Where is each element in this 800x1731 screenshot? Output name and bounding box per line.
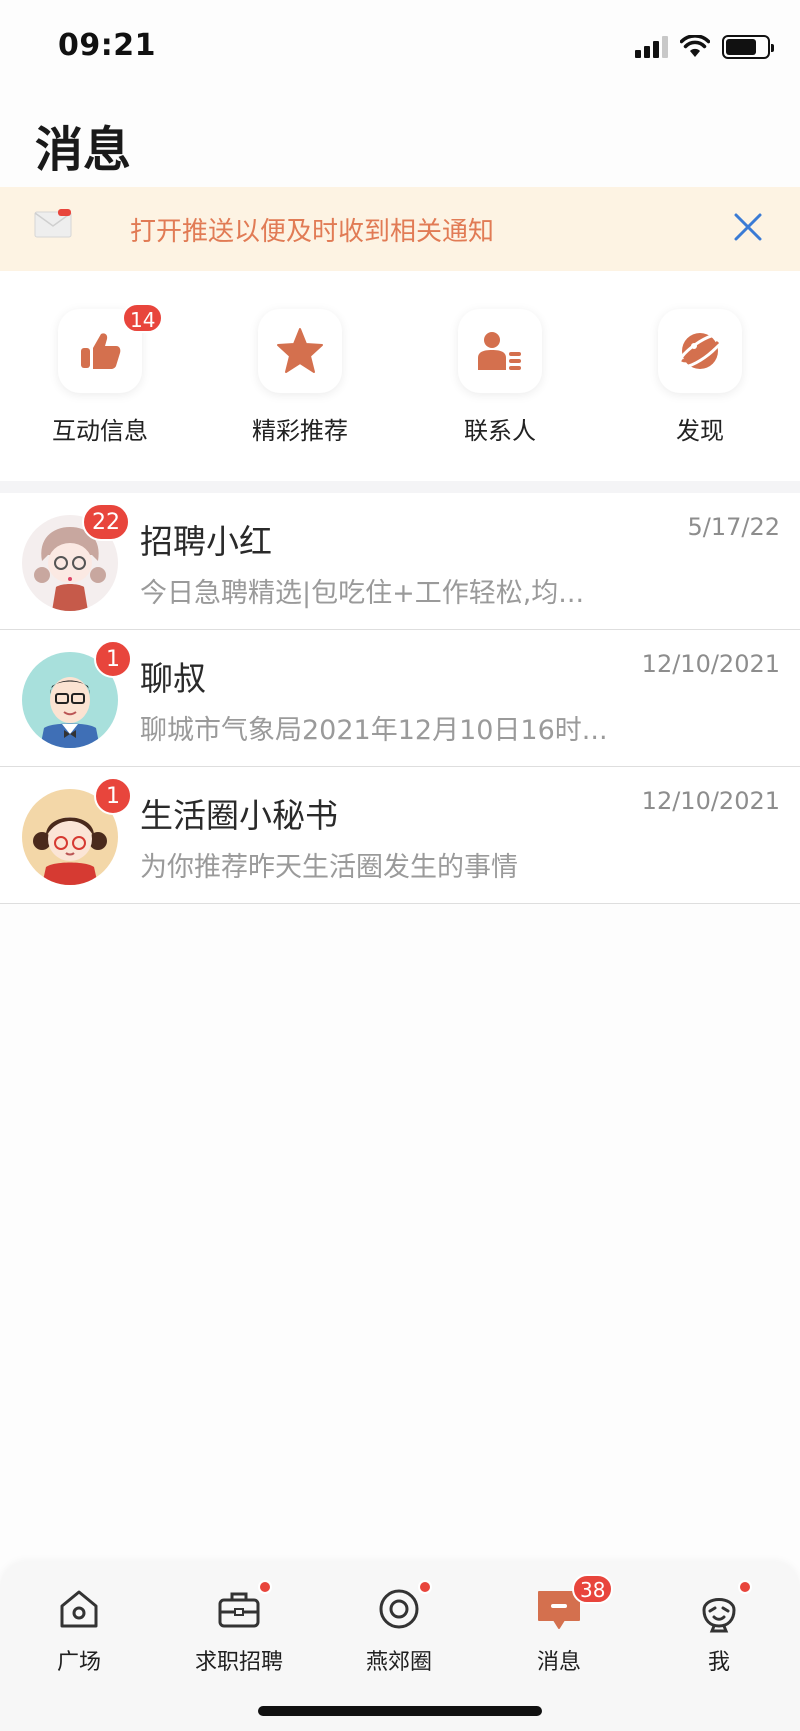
tab-label: 广场 [56,1650,101,1675]
section-divider [0,481,800,493]
quick-entry-icon-box [258,309,342,393]
quick-entry-label: 精彩推荐 [252,417,348,445]
quick-entry-badge: 14 [122,303,164,333]
tab-label: 消息 [536,1650,581,1675]
close-icon[interactable] [728,207,768,247]
thumbs-up-icon [81,333,121,369]
tab-messages[interactable]: 38 消息 [494,1574,624,1676]
conversation-item[interactable]: 22 招聘小红 5/17/22 今日急聘精选|包吃住+工作轻松,均... [0,493,800,630]
push-notification-banner[interactable]: 打开推送以便及时收到相关通知 [0,187,800,271]
conversation-preview: 聊城市气象局2021年12月10日16时... [140,715,608,746]
contact-card-icon [478,332,521,370]
tab-notification-dot [258,1580,272,1594]
tab-icon-wrap [374,1580,432,1634]
conversation-time: 12/10/2021 [641,787,780,815]
conversation-list: 22 招聘小红 5/17/22 今日急聘精选|包吃住+工作轻松,均... 1 聊… [0,493,800,904]
tab-label: 燕郊圈 [365,1650,432,1675]
battery-icon [722,35,774,59]
tab-notification-dot [738,1580,752,1594]
conversation-name: 聊叔 [140,659,206,698]
quick-entry-recommend[interactable]: 精彩推荐 [220,309,380,446]
tab-yanjiao-circle[interactable]: 燕郊圈 [334,1580,464,1676]
tab-notification-dot [418,1580,432,1594]
planet-icon [676,333,724,369]
quick-entry-interactions[interactable]: 14 互动信息 [20,303,180,446]
unread-badge: 22 [82,503,130,541]
star-icon [277,328,323,373]
tab-me[interactable]: 我 [654,1580,784,1676]
mail-icon [34,209,72,238]
conversation-time: 12/10/2021 [641,650,780,678]
home-icon [60,1590,98,1628]
tab-label: 求职招聘 [194,1650,283,1675]
quick-entry-row: 14 互动信息 精彩推荐 联系人 发现 [0,271,800,481]
quick-entry-icon-box [658,309,742,393]
unread-badge: 1 [94,777,132,815]
tab-square[interactable]: 广场 [14,1584,144,1676]
conversation-preview: 为你推荐昨天生活圈发生的事情 [140,852,518,883]
quick-entry-icon-box [458,309,542,393]
tab-label: 我 [707,1650,730,1675]
page-title: 消息 [35,122,132,178]
conversation-name: 招聘小红 [140,522,272,561]
conversation-item[interactable]: 1 生活圈小秘书 12/10/2021 为你推荐昨天生活圈发生的事情 [0,767,800,904]
tab-icon-wrap [54,1584,104,1634]
conversation-preview: 今日急聘精选|包吃住+工作轻松,均... [140,578,585,609]
status-bar: 09:21 [0,0,800,96]
conversation-name: 生活圈小秘书 [140,796,338,835]
quick-entry-label: 联系人 [464,417,536,445]
home-indicator[interactable] [258,1706,542,1716]
circle-target-icon [379,1589,419,1629]
wifi-icon [680,35,710,57]
conversation-time: 5/17/22 [687,513,780,541]
smile-face-icon [702,1598,736,1633]
tab-icon-wrap: 38 [534,1574,614,1634]
quick-entry-label: 发现 [676,417,724,445]
tab-icon-wrap [694,1580,752,1634]
tab-icon-wrap [214,1580,272,1634]
tab-unread-badge: 38 [572,1574,614,1604]
status-time: 09:21 [58,28,156,63]
notify-banner-text: 打开推送以便及时收到相关通知 [130,217,495,247]
conversation-item[interactable]: 1 聊叔 12/10/2021 聊城市气象局2021年12月10日16时... [0,630,800,767]
messages-screen: 09:21 消息 打开推送以便及时收到相关通知 14 互动信息 精彩推荐 联系人… [0,0,800,1731]
quick-entry-icon-box: 14 [58,303,164,393]
briefcase-icon [218,1592,260,1628]
unread-badge: 1 [94,640,132,678]
cellular-signal-icon [635,36,668,58]
quick-entry-discover[interactable]: 发现 [620,309,780,446]
quick-entry-label: 互动信息 [52,417,148,445]
quick-entry-contacts[interactable]: 联系人 [420,309,580,446]
tab-jobs[interactable]: 求职招聘 [174,1580,304,1676]
status-icons [635,34,774,60]
